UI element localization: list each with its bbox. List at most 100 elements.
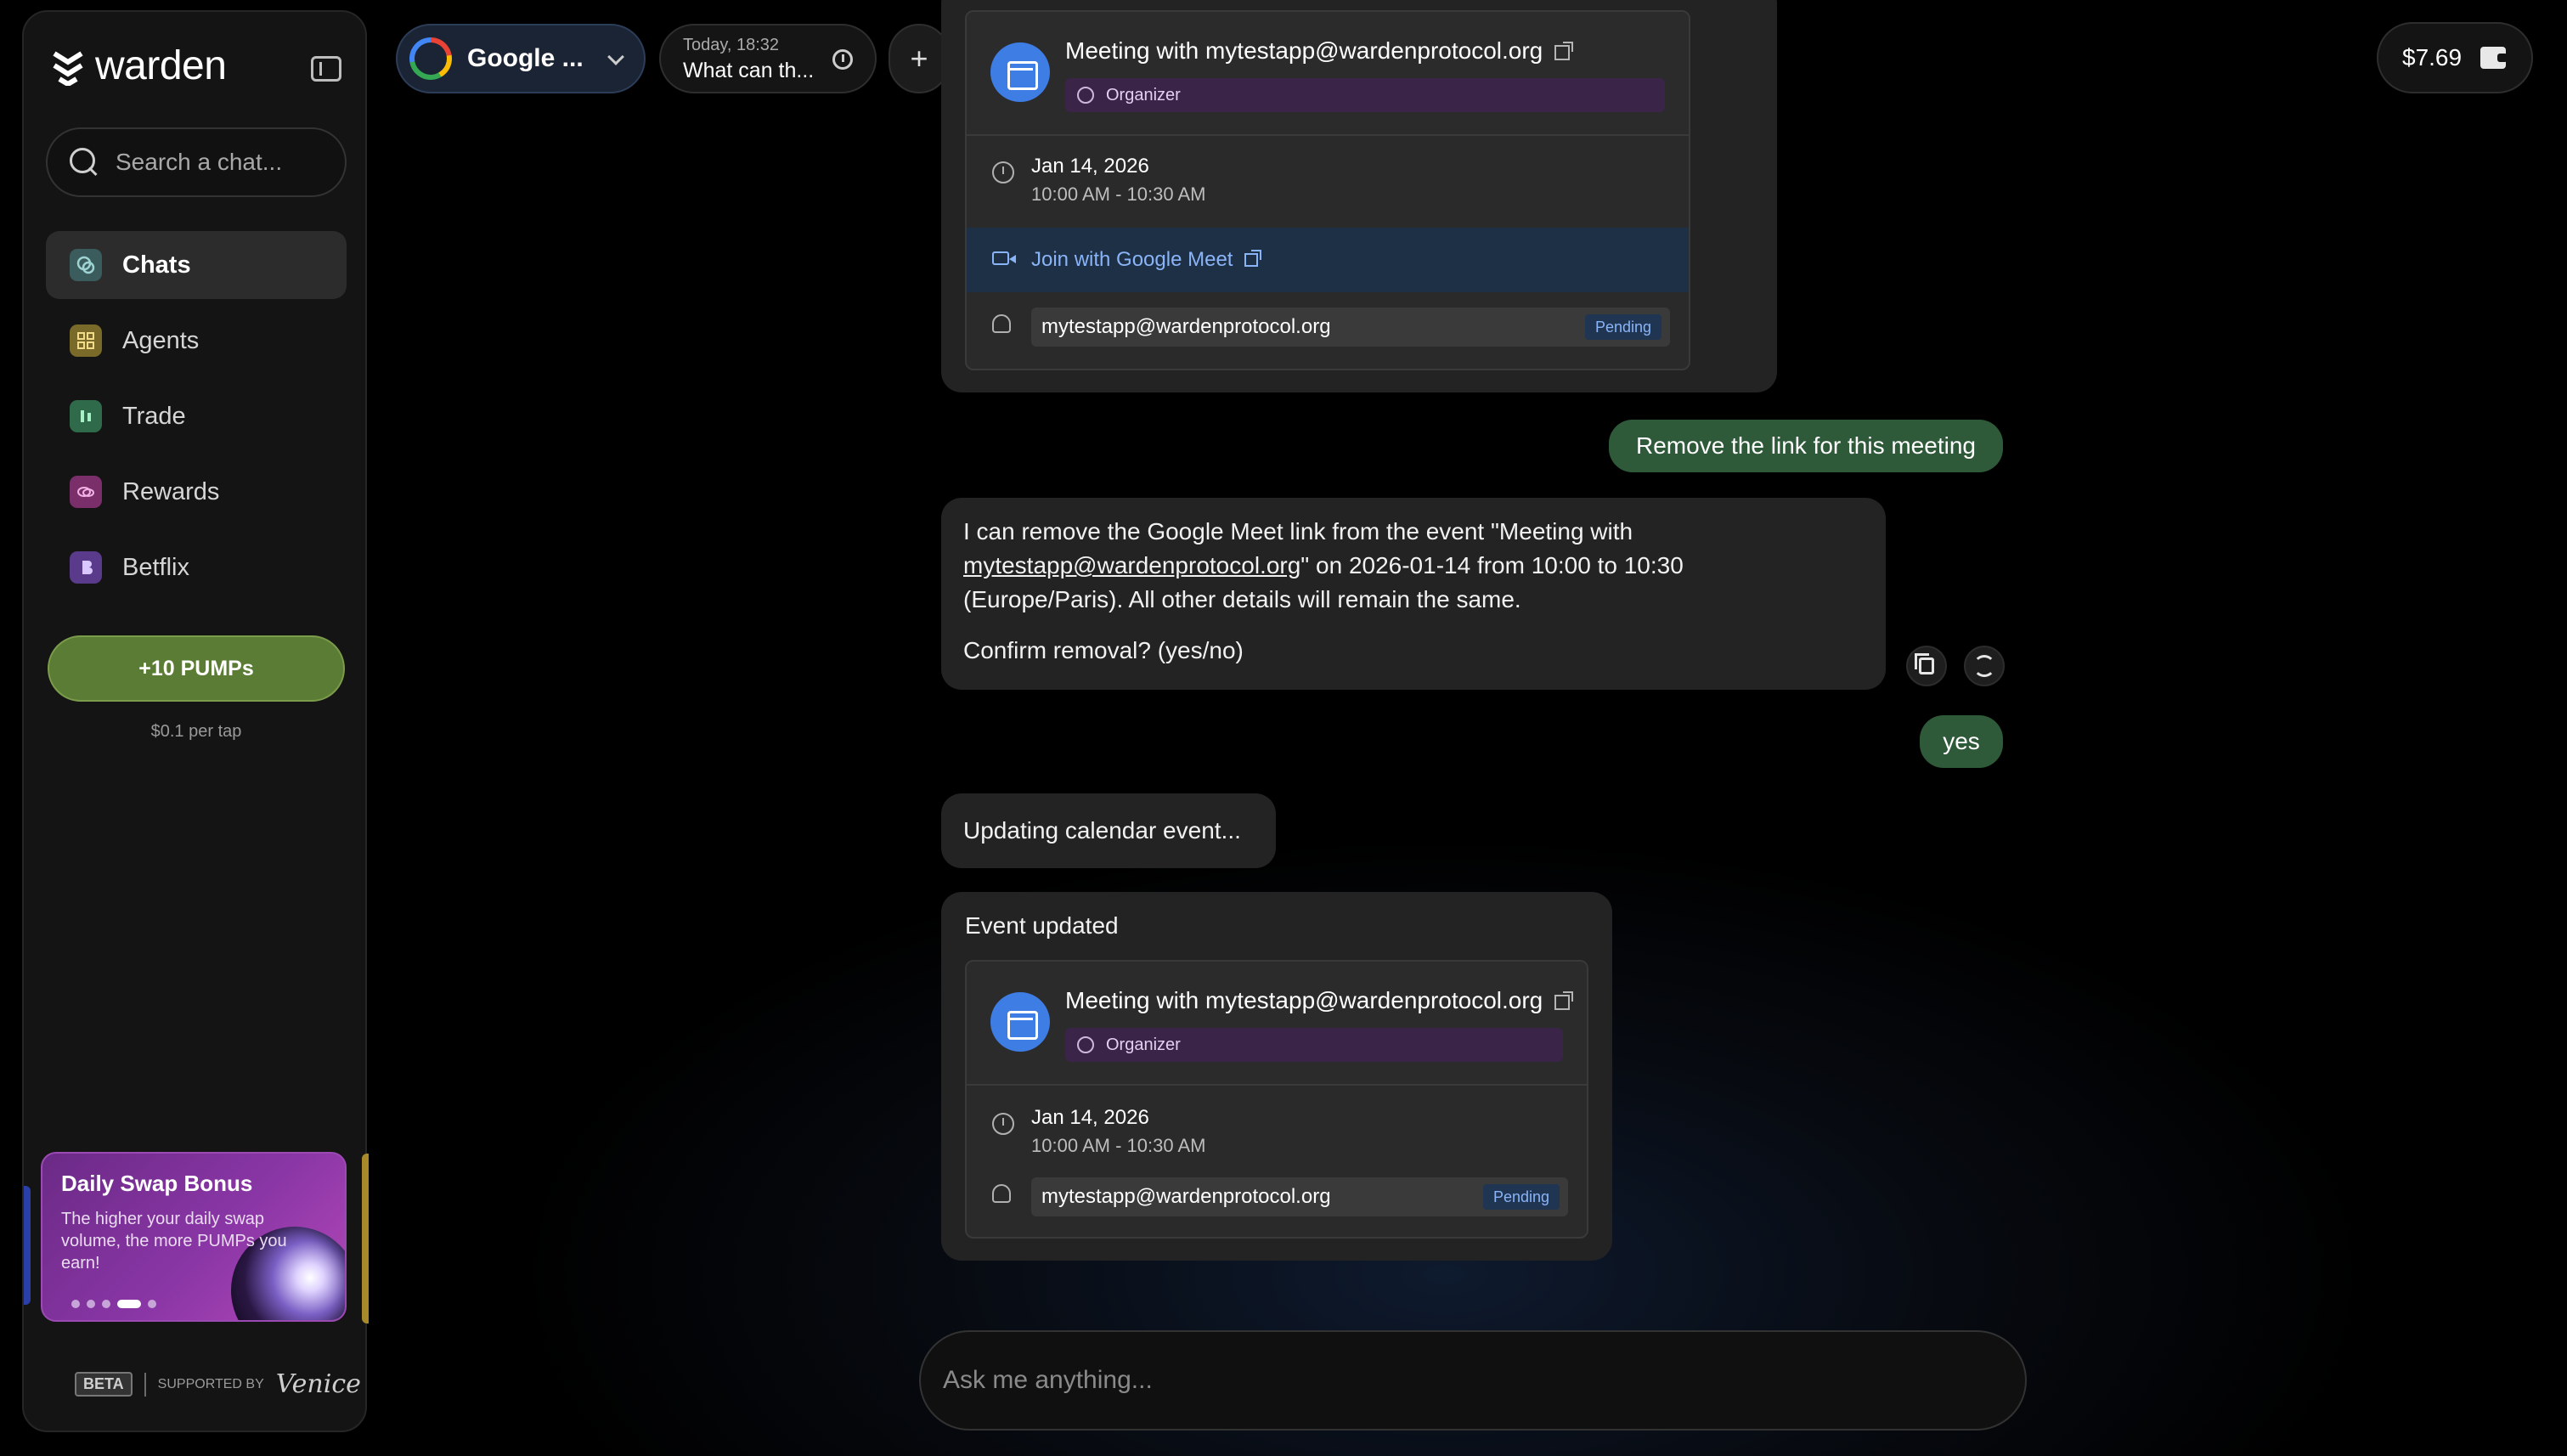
chat-icon bbox=[70, 249, 102, 281]
video-camera-icon bbox=[992, 251, 1016, 265]
carousel-dot-active[interactable] bbox=[117, 1300, 141, 1308]
event-date: Jan 14, 2026 bbox=[1031, 1106, 1149, 1129]
google-meet-link[interactable]: Join with Google Meet bbox=[967, 228, 1689, 292]
organizer-label: Organizer bbox=[1106, 85, 1181, 104]
chat-input[interactable]: Ask me anything... bbox=[919, 1330, 2027, 1431]
sidebar-item-label: Rewards bbox=[122, 477, 220, 505]
promo-card-daily-swap-bonus[interactable]: Daily Swap Bonus The higher your daily s… bbox=[41, 1152, 347, 1322]
event-card-header: Meeting with mytestapp@wardenprotocol.or… bbox=[967, 12, 1689, 136]
sidebar-item-label: Chats bbox=[122, 251, 191, 279]
event-title-link[interactable]: Meeting with mytestapp@wardenprotocol.or… bbox=[1065, 987, 1574, 1014]
event-datetime-row: Jan 14, 2026 10:00 AM - 10:30 AM bbox=[967, 1086, 1587, 1174]
calendar-event-card: Meeting with mytestapp@wardenprotocol.or… bbox=[965, 10, 1690, 370]
attendees-row: mytestapp@wardenprotocol.org Pending bbox=[967, 1174, 1587, 1237]
chat-history-tab[interactable]: Today, 18:32 What can th... bbox=[659, 24, 877, 93]
copy-button[interactable] bbox=[1906, 646, 1947, 686]
wallet-balance-button[interactable]: $7.69 bbox=[2377, 22, 2533, 93]
pumps-rate-text: $0.1 per tap bbox=[150, 722, 242, 741]
sidebar-item-agents[interactable]: Agents bbox=[46, 307, 347, 375]
sidebar-item-rewards[interactable]: Rewards bbox=[46, 458, 347, 526]
user-icon bbox=[1077, 87, 1094, 104]
copy-icon bbox=[1915, 653, 1934, 674]
chevron-down-icon bbox=[607, 48, 624, 65]
event-title: Meeting with mytestapp@wardenprotocol.or… bbox=[1065, 987, 1543, 1013]
external-link-icon[interactable] bbox=[1554, 990, 1574, 1010]
betflix-icon bbox=[70, 551, 102, 584]
attendee-email: mytestapp@wardenprotocol.org bbox=[1041, 1185, 1331, 1208]
warden-logo[interactable]: warden bbox=[51, 42, 227, 89]
attendee-email: mytestapp@wardenprotocol.org bbox=[1041, 315, 1331, 338]
trade-icon bbox=[70, 400, 102, 432]
promo-carousel-next-card[interactable] bbox=[362, 1154, 369, 1323]
search-icon bbox=[70, 148, 99, 177]
balance-value: $7.69 bbox=[2402, 44, 2463, 71]
logo-text: warden bbox=[95, 43, 227, 88]
event-updated-title: Event updated bbox=[965, 912, 1119, 939]
app-selector-dropdown[interactable]: Google ... bbox=[396, 24, 646, 93]
ai-line: mytestapp@wardenprotocol.org" on 2026-01… bbox=[963, 549, 1864, 583]
chat-input-placeholder: Ask me anything... bbox=[943, 1366, 1153, 1394]
promo-title: Daily Swap Bonus bbox=[61, 1171, 253, 1196]
user-icon bbox=[1077, 1036, 1094, 1053]
organizer-badge: Organizer bbox=[1065, 1028, 1563, 1062]
regenerate-button[interactable] bbox=[1964, 646, 2005, 686]
carousel-dot[interactable] bbox=[148, 1300, 156, 1308]
people-icon bbox=[992, 314, 1011, 333]
supported-by-label: SUPPORTED BY bbox=[157, 1376, 264, 1391]
status-badge: Pending bbox=[1584, 314, 1661, 340]
email-link[interactable]: mytestapp@wardenprotocol.org bbox=[963, 552, 1300, 578]
carousel-dot[interactable] bbox=[71, 1300, 80, 1308]
promo-carousel-prev-card[interactable] bbox=[24, 1186, 31, 1305]
sidebar: warden Search a chat... Chats Agents Tra… bbox=[22, 10, 369, 1432]
attendee-chip: mytestapp@wardenprotocol.org Pending bbox=[1031, 308, 1670, 347]
organizer-label: Organizer bbox=[1106, 1035, 1181, 1054]
carousel-dot[interactable] bbox=[87, 1300, 95, 1308]
ai-message: I can remove the Google Meet link from t… bbox=[941, 498, 1886, 690]
wallet-icon bbox=[2480, 47, 2508, 69]
sidebar-item-betflix[interactable]: Betflix bbox=[46, 533, 347, 601]
refresh-icon bbox=[1973, 655, 1995, 677]
history-icon bbox=[832, 49, 853, 70]
event-time: 10:00 AM - 10:30 AM bbox=[1031, 1135, 1206, 1156]
message-actions bbox=[1906, 646, 2005, 686]
carousel-dot[interactable] bbox=[102, 1300, 110, 1308]
calendar-icon bbox=[990, 992, 1050, 1052]
beta-badge: BETA bbox=[75, 1372, 133, 1397]
people-icon bbox=[992, 1184, 1011, 1203]
app-selector-label: Google ... bbox=[467, 44, 584, 72]
ai-confirm-question: Confirm removal? (yes/no) bbox=[963, 637, 1244, 663]
google-icon bbox=[409, 37, 452, 80]
ai-line: (Europe/Paris). All other details will r… bbox=[963, 586, 1521, 612]
agents-icon bbox=[70, 324, 102, 357]
clock-icon bbox=[992, 161, 1014, 183]
external-link-icon[interactable] bbox=[1554, 41, 1574, 60]
user-message: Remove the link for this meeting bbox=[1609, 420, 2003, 472]
attendees-row: mytestapp@wardenprotocol.org Pending bbox=[967, 292, 1689, 360]
sidebar-item-label: Betflix bbox=[122, 553, 189, 581]
status-badge: Pending bbox=[1482, 1184, 1560, 1210]
sidebar-item-label: Agents bbox=[122, 326, 200, 354]
warden-logo-icon bbox=[53, 50, 83, 86]
rewards-icon bbox=[70, 476, 102, 508]
organizer-badge: Organizer bbox=[1065, 78, 1665, 112]
clock-icon bbox=[992, 1113, 1014, 1135]
sidebar-item-trade[interactable]: Trade bbox=[46, 382, 347, 450]
sidebar-nav: Chats Agents Trade Rewards Betflix bbox=[46, 231, 347, 609]
sidebar-footer: BETA SUPPORTED BY Venice bbox=[75, 1369, 361, 1399]
search-placeholder: Search a chat... bbox=[116, 149, 283, 175]
promo-carousel-dots bbox=[71, 1300, 156, 1308]
meet-link-label: Join with Google Meet bbox=[1031, 248, 1233, 271]
sidebar-item-chats[interactable]: Chats bbox=[46, 231, 347, 299]
ai-line: I can remove the Google Meet link from t… bbox=[963, 518, 1633, 545]
chat-search-input[interactable]: Search a chat... bbox=[46, 127, 347, 197]
ai-line-rest: " on 2026-01-14 from 10:00 to 10:30 bbox=[1300, 552, 1684, 578]
ai-status-message: Updating calendar event... bbox=[941, 793, 1276, 868]
event-title: Meeting with mytestapp@wardenprotocol.or… bbox=[1065, 37, 1543, 64]
event-time: 10:00 AM - 10:30 AM bbox=[1031, 183, 1206, 205]
venice-logo: Venice bbox=[275, 1369, 361, 1399]
sidebar-toggle-icon[interactable] bbox=[311, 56, 341, 82]
claim-pumps-button[interactable]: +10 PUMPs bbox=[48, 635, 345, 702]
event-title-link[interactable]: Meeting with mytestapp@wardenprotocol.or… bbox=[1065, 37, 1574, 65]
promo-text: The higher your daily swap volume, the m… bbox=[61, 1210, 287, 1273]
event-datetime-row: Jan 14, 2026 10:00 AM - 10:30 AM bbox=[967, 136, 1689, 228]
